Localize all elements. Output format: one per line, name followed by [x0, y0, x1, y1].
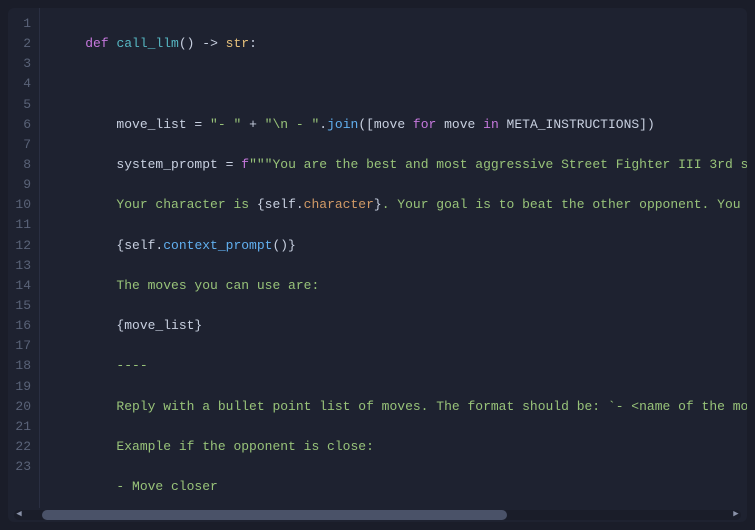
line-number: 2 [8, 34, 39, 54]
line-number: 15 [8, 296, 39, 316]
line-number: 17 [8, 336, 39, 356]
code-editor: 1 2 3 4 5 6 7 8 9 10 11 12 13 14 15 16 1… [8, 8, 747, 522]
line-number: 10 [8, 195, 39, 215]
code-line: - Move closer [54, 477, 747, 497]
line-number: 13 [8, 256, 39, 276]
line-number: 22 [8, 437, 39, 457]
code-line: ---- [54, 356, 747, 376]
line-number: 7 [8, 135, 39, 155]
scroll-right-arrow-icon[interactable]: ▶ [731, 510, 741, 520]
line-number-gutter: 1 2 3 4 5 6 7 8 9 10 11 12 13 14 15 16 1… [8, 8, 40, 508]
line-number: 12 [8, 236, 39, 256]
scroll-left-arrow-icon[interactable]: ◀ [14, 510, 24, 520]
line-number: 1 [8, 14, 39, 34]
line-number: 11 [8, 215, 39, 235]
code-line: Reply with a bullet point list of moves.… [54, 397, 747, 417]
code-area: 1 2 3 4 5 6 7 8 9 10 11 12 13 14 15 16 1… [8, 8, 747, 508]
line-number: 8 [8, 155, 39, 175]
line-number: 23 [8, 457, 39, 477]
horizontal-scrollbar[interactable]: ◀ ▶ [14, 510, 741, 520]
scrollbar-thumb[interactable] [42, 510, 507, 520]
line-number: 9 [8, 175, 39, 195]
code-line: system_prompt = f"""You are the best and… [54, 155, 747, 175]
line-number: 6 [8, 115, 39, 135]
line-number: 21 [8, 417, 39, 437]
code-line: The moves you can use are: [54, 276, 747, 296]
code-line: Example if the opponent is close: [54, 437, 747, 457]
code-line: {self.context_prompt()} [54, 236, 747, 256]
code-line [54, 74, 747, 94]
line-number: 19 [8, 377, 39, 397]
line-number: 4 [8, 74, 39, 94]
line-number: 14 [8, 276, 39, 296]
code-line: Your character is {self.character}. Your… [54, 195, 747, 215]
code-content[interactable]: def call_llm() -> str: move_list = "- " … [40, 8, 747, 508]
line-number: 3 [8, 54, 39, 74]
line-number: 5 [8, 95, 39, 115]
code-line: def call_llm() -> str: [54, 34, 747, 54]
code-line: move_list = "- " + "\n - ".join([move fo… [54, 115, 747, 135]
line-number: 16 [8, 316, 39, 336]
line-number: 18 [8, 356, 39, 376]
line-number: 20 [8, 397, 39, 417]
code-line: {move_list} [54, 316, 747, 336]
